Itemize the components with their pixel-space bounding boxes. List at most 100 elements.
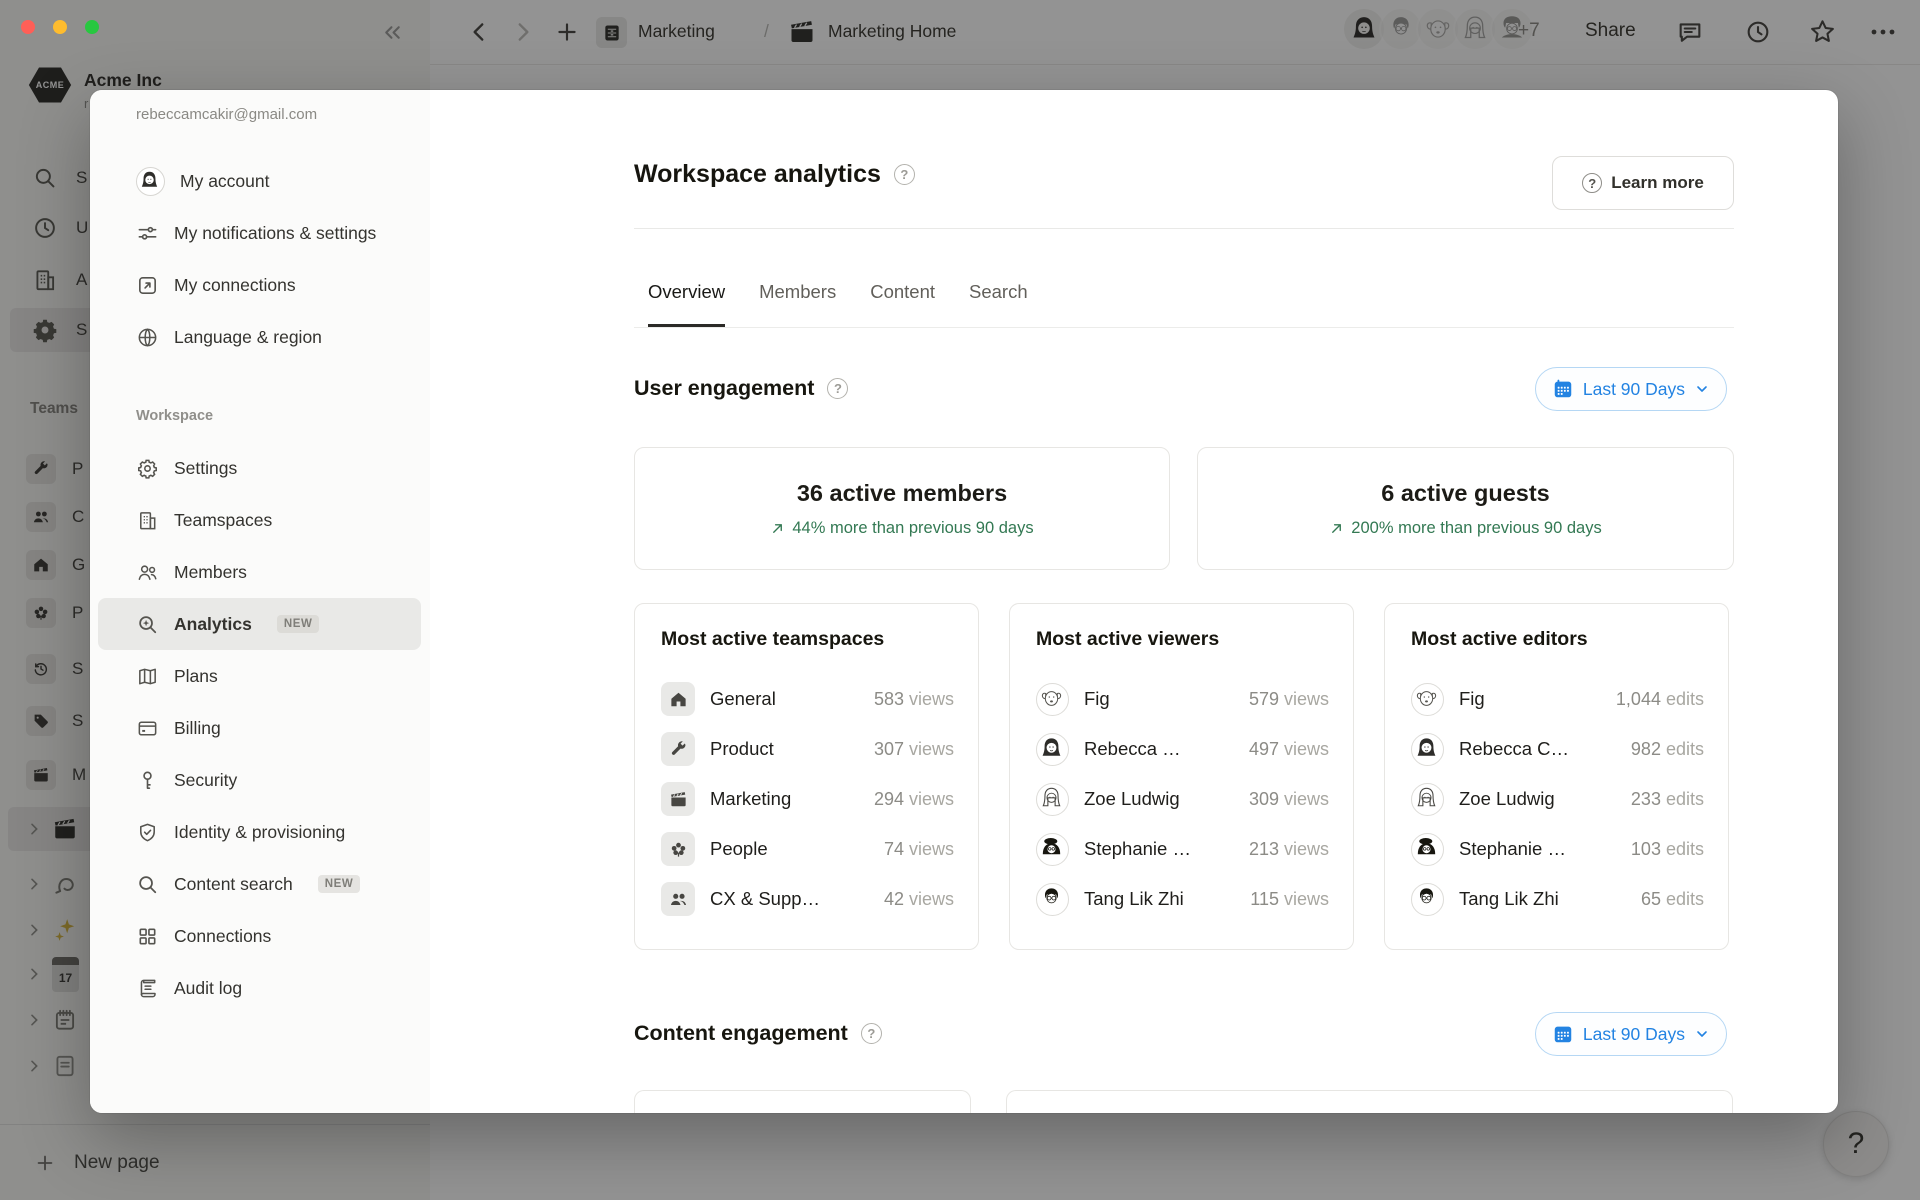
date-filter-user-engagement[interactable]: Last 90 Days [1535,367,1727,411]
menu-item-billing[interactable]: Billing [90,702,430,754]
minimize-window-button[interactable] [53,20,67,34]
list-item: Rebecca C… 982edits [1411,724,1704,774]
list-item: Stephanie … 213views [1036,824,1329,874]
globe-icon [136,326,159,349]
analytics-search-icon [136,613,159,636]
key-icon [136,769,159,792]
avatar-man-glasses [1036,883,1069,916]
analytics-main: Workspace analytics ? ? Learn more Overv… [634,90,1734,1113]
tab-members[interactable]: Members [759,273,836,327]
members-icon [136,561,159,584]
stat-delta: 200% more than previous 90 days [1329,519,1601,538]
close-window-button[interactable] [21,20,35,34]
card-title: Most active editors [1411,628,1588,651]
menu-item-notifications-settings[interactable]: My notifications & settings [90,207,430,259]
content-engagement-heading: Content engagement ? [634,1021,882,1046]
chevron-down-icon [1694,381,1710,397]
calendar-icon [1552,378,1574,400]
zoom-window-button[interactable] [85,20,99,34]
menu-item-language-region[interactable]: Language & region [90,311,430,363]
tab-content[interactable]: Content [870,273,935,327]
audit-log-icon [136,977,159,1000]
menu-item-my-connections[interactable]: My connections [90,259,430,311]
avatar-dog [1411,683,1444,716]
menu-item-analytics[interactable]: Analytics NEW [98,598,421,650]
people-icon [661,882,695,916]
menu-item-identity-provisioning[interactable]: Identity & provisioning [90,806,430,858]
user-engagement-heading: User engagement ? [634,376,848,401]
list-item: Tang Lik Zhi 65edits [1411,874,1704,924]
user-avatar [136,167,165,196]
new-badge: NEW [277,615,320,633]
page-title: Workspace analytics [634,160,881,189]
date-filter-content-engagement[interactable]: Last 90 Days [1535,1012,1727,1056]
active-members-stat-card: 36 active members 44% more than previous… [634,447,1170,570]
gear-icon [136,457,159,480]
sliders-icon [136,222,159,245]
trend-up-icon [1329,521,1344,536]
settings-modal: rebeccamcakir@gmail.com My account My no… [90,90,1838,1113]
help-circle-icon[interactable]: ? [894,164,915,185]
help-circle-icon: ? [1582,173,1602,193]
content-card-stub [1006,1090,1733,1113]
chevron-down-icon [1694,1026,1710,1042]
avatar-woman [1036,733,1069,766]
list-item: Marketing 294views [661,774,954,824]
wrench-icon [661,732,695,766]
help-circle-icon[interactable]: ? [861,1023,882,1044]
building-icon [136,509,159,532]
credit-card-icon [136,717,159,740]
active-guests-stat-card: 6 active guests 200% more than previous … [1197,447,1734,570]
tab-search[interactable]: Search [969,273,1028,327]
help-circle-icon[interactable]: ? [827,378,848,399]
card-title: Most active teamspaces [661,628,884,651]
grid-icon [136,925,159,948]
clapperboard-icon [661,782,695,816]
menu-item-audit-log[interactable]: Audit log [90,962,430,1014]
avatar-woman [1036,783,1069,816]
list-item: Zoe Ludwig 233edits [1411,774,1704,824]
avatar-dog [1036,683,1069,716]
menu-item-my-account[interactable]: My account [90,155,430,207]
search-icon [136,873,159,896]
stat-headline: 6 active guests [1381,480,1550,507]
home-icon [661,682,695,716]
settings-menu: rebeccamcakir@gmail.com My account My no… [90,90,430,1113]
most-active-teamspaces-card: Most active teamspaces General 583views … [634,603,979,950]
menu-item-security[interactable]: Security [90,754,430,806]
menu-item-plans[interactable]: Plans [90,650,430,702]
menu-item-teamspaces[interactable]: Teamspaces [90,494,430,546]
notion-window: ACME Acme Inc r S U A S Teams P C [0,0,1920,1200]
list-item: Zoe Ludwig 309views [1036,774,1329,824]
trend-up-icon [770,521,785,536]
map-icon [136,665,159,688]
list-item: Rebecca … 497views [1036,724,1329,774]
list-item: Product 307views [661,724,954,774]
menu-item-settings[interactable]: Settings [90,442,430,494]
content-card-stub [634,1090,971,1113]
new-badge: NEW [318,875,361,893]
avatar-woman-hat [1411,833,1444,866]
tab-overview[interactable]: Overview [648,273,725,327]
account-email: rebeccamcakir@gmail.com [136,106,317,123]
header-divider [634,228,1734,229]
stat-delta: 44% more than previous 90 days [770,519,1033,538]
workspace-section-label: Workspace [136,408,213,424]
arrow-up-right-square-icon [136,274,159,297]
list-item: Stephanie … 103edits [1411,824,1704,874]
avatar-man-glasses [1411,883,1444,916]
flower-icon [661,832,695,866]
list-item: General 583views [661,674,954,724]
list-item: Fig 579views [1036,674,1329,724]
calendar-icon [1552,1023,1574,1045]
analytics-tabs: Overview Members Content Search [634,273,1734,328]
menu-item-members[interactable]: Members [90,546,430,598]
menu-item-connections[interactable]: Connections [90,910,430,962]
list-item: Tang Lik Zhi 115views [1036,874,1329,924]
most-active-viewers-card: Most active viewers Fig 579views Rebecca… [1009,603,1354,950]
learn-more-button[interactable]: ? Learn more [1552,156,1734,210]
menu-item-content-search[interactable]: Content search NEW [90,858,430,910]
card-title: Most active viewers [1036,628,1219,651]
avatar-woman [1411,733,1444,766]
list-item: People 74views [661,824,954,874]
